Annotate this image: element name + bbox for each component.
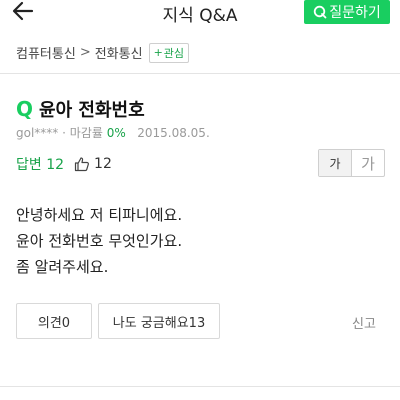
breadcrumb-item-computer[interactable]: 컴퓨터통신 — [16, 43, 76, 62]
q-icon — [314, 5, 327, 19]
question-date: 2015.08.05. — [137, 126, 210, 140]
question-actions: 의견0 나도 궁금해요13 — [16, 303, 220, 339]
top-header: 지식 Q&A 질문하기 — [0, 0, 400, 26]
me-too-curious-button[interactable]: 나도 궁금해요13 — [98, 303, 220, 339]
meta-separator: · — [62, 126, 66, 140]
answer-count[interactable]: 답변 12 — [16, 154, 64, 174]
font-large-button[interactable]: 가 — [352, 150, 384, 176]
thumbs-up-icon[interactable] — [74, 156, 90, 172]
opinion-button[interactable]: 의견0 — [16, 303, 92, 339]
ask-question-label: 질문하기 — [329, 5, 381, 21]
plus-icon: + — [153, 46, 163, 59]
question-title: 윤아 전화번호 — [39, 100, 145, 121]
author-id[interactable]: gol**** — [16, 126, 58, 140]
ask-question-button[interactable]: 질문하기 — [304, 0, 390, 24]
like-count: 12 — [94, 156, 112, 172]
interest-button[interactable]: + 관심 — [148, 42, 190, 63]
deadline-rate: 0% — [106, 126, 126, 140]
question-body: 안녕하세요 저 티파니에요. 윤아 전화번호 무엇인가요. 좀 알려주세요. — [16, 202, 182, 280]
divider — [0, 386, 400, 387]
breadcrumb-separator: > — [79, 45, 91, 60]
interest-label: 관심 — [163, 46, 185, 60]
body-line: 안녕하세요 저 티파니에요. — [16, 206, 183, 224]
breadcrumb-item-phone[interactable]: 전화통신 — [95, 43, 143, 62]
question-q-icon: Q — [16, 97, 34, 121]
deadline-label: 마감률 — [69, 126, 103, 140]
breadcrumb: 컴퓨터통신 > 전화통신 + 관심 — [0, 32, 400, 74]
question-meta: gol**** · 마감률 0% 2015.08.05. — [16, 124, 210, 141]
font-size-toggle: 가 가 — [318, 149, 385, 177]
body-line: 좀 알려주세요. — [16, 258, 109, 276]
question-title-row: Q 윤아 전화번호 — [16, 96, 145, 122]
report-link[interactable]: 신고 — [352, 313, 376, 332]
body-line: 윤아 전화번호 무엇인가요. — [16, 232, 183, 250]
question-stats: 답변 12 12 — [16, 154, 112, 174]
font-small-button[interactable]: 가 — [319, 150, 352, 176]
